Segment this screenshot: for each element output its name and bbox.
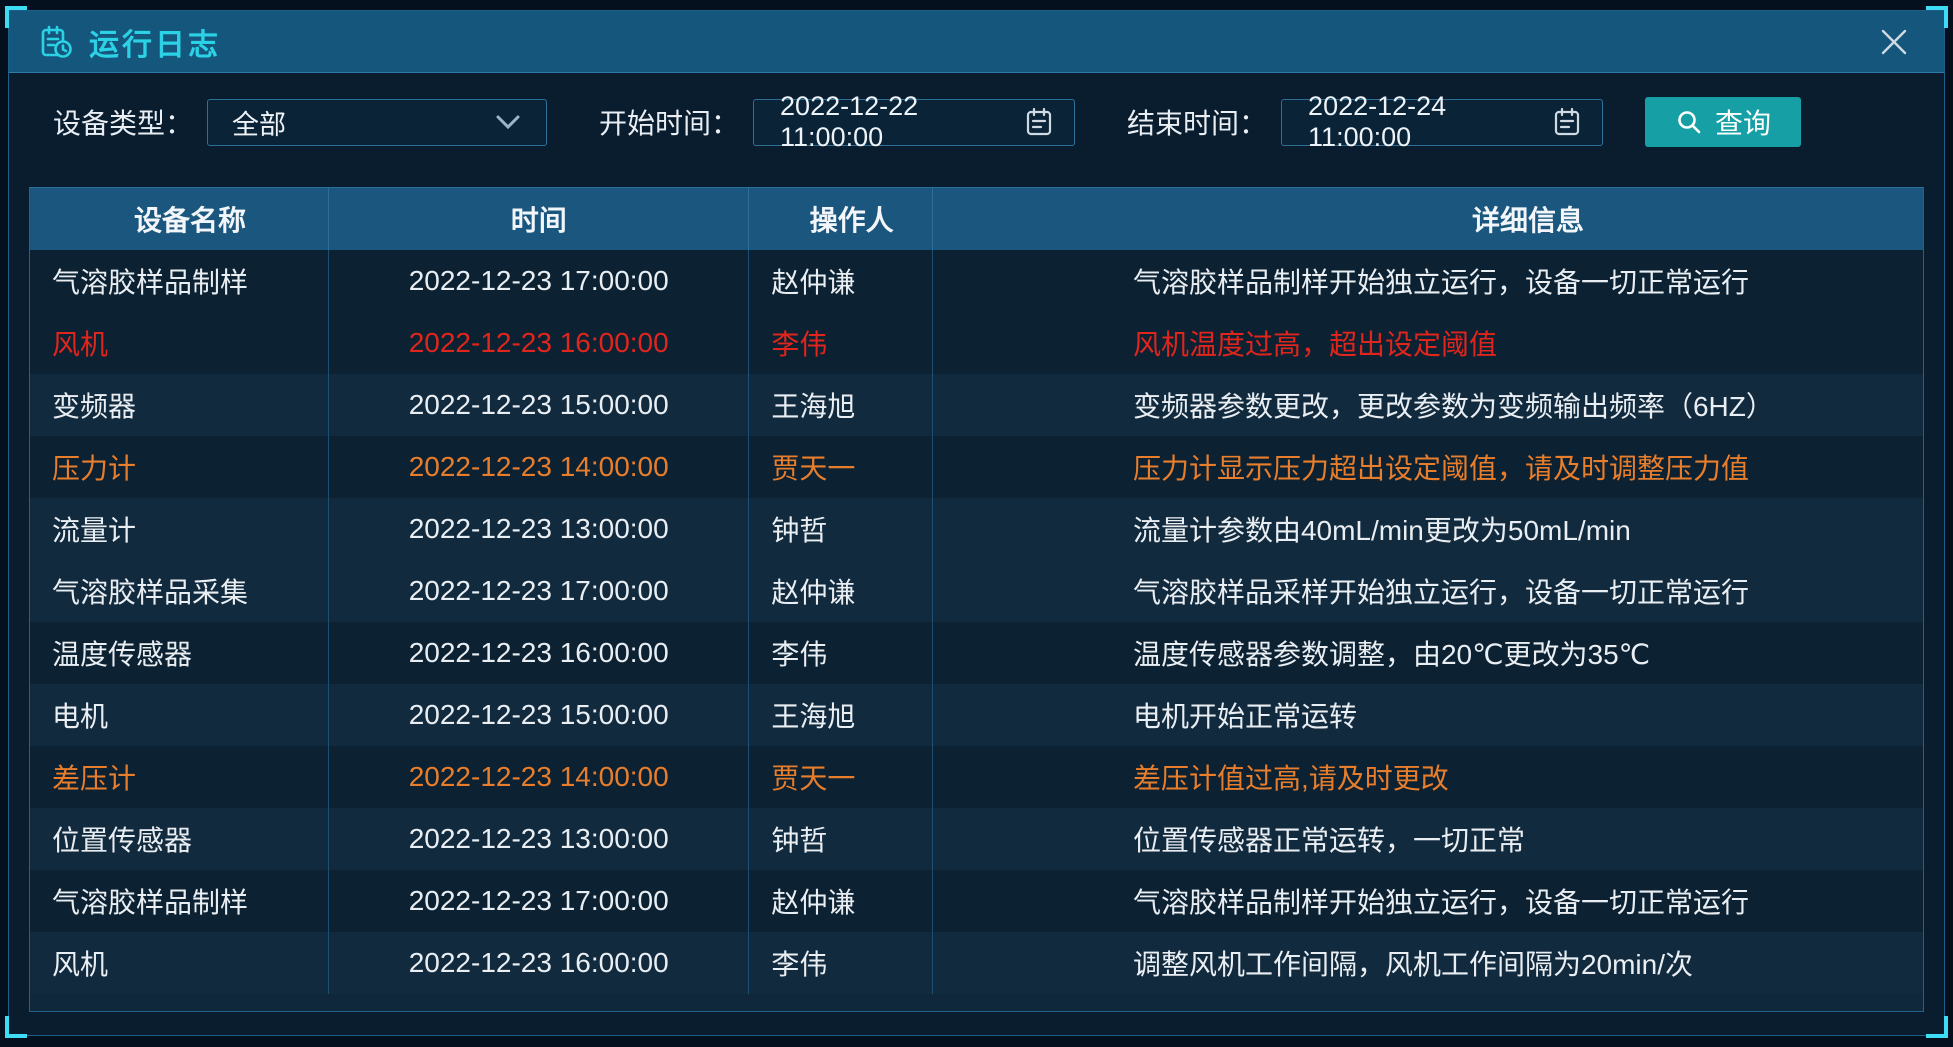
start-time-label: 开始时间：: [599, 102, 739, 142]
corner-bracket-top-left: [5, 6, 27, 28]
table-row: 气溶胶样品采集2022-12-23 17:00:00赵仲谦气溶胶样品采样开始独立…: [30, 560, 1923, 622]
cell-device: 位置传感器: [30, 808, 329, 870]
cell-time: 2022-12-23 17:00:00: [329, 560, 749, 622]
cell-time: 2022-12-23 16:00:00: [329, 932, 749, 994]
cell-time: 2022-12-23 16:00:00: [329, 622, 749, 684]
table-row: 差压计2022-12-23 14:00:00贾天一差压计值过高,请及时更改: [30, 746, 1923, 808]
cell-detail: 气溶胶样品制样开始独立运行，设备一切正常运行: [933, 250, 1923, 312]
column-header-detail: 详细信息: [933, 188, 1923, 250]
corner-bracket-bottom-left: [5, 1016, 27, 1038]
end-time-input[interactable]: 2022-12-24 11:00:00: [1281, 99, 1603, 146]
cell-detail: 气溶胶样品制样开始独立运行，设备一切正常运行: [933, 870, 1923, 932]
cell-detail: 调整风机工作间隔，风机工作间隔为20min/次: [933, 932, 1923, 994]
device-type-value: 全部: [232, 103, 286, 142]
cell-operator: 贾天一: [749, 746, 933, 808]
cell-device: 风机: [30, 932, 329, 994]
cell-device: 变频器: [30, 374, 329, 436]
dialog-titlebar: 运行日志: [9, 11, 1944, 73]
cell-device: 气溶胶样品制样: [30, 250, 329, 312]
cell-operator: 赵仲谦: [749, 250, 933, 312]
query-button[interactable]: 查询: [1645, 97, 1801, 147]
table-row: 风机2022-12-23 16:00:00李伟风机温度过高，超出设定阈值: [30, 312, 1923, 374]
cell-time: 2022-12-23 16:00:00: [329, 312, 749, 374]
cell-detail: 差压计值过高,请及时更改: [933, 746, 1923, 808]
cell-operator: 王海旭: [749, 684, 933, 746]
cell-detail: 电机开始正常运转: [933, 684, 1923, 746]
partial-next-row: [30, 994, 1923, 1011]
chevron-down-icon: [494, 113, 522, 131]
screen: { "dialog": { "title": "运行日志" }, "filter…: [0, 0, 1953, 1047]
device-type-select[interactable]: 全部: [207, 99, 547, 146]
column-header-operator: 操作人: [749, 188, 933, 250]
log-dialog: 运行日志 设备类型： 全部 开始时间： 2022-12-22 11:00:00: [8, 10, 1945, 1036]
cell-time: 2022-12-23 15:00:00: [329, 684, 749, 746]
query-button-label: 查询: [1715, 102, 1771, 142]
cell-time: 2022-12-23 17:00:00: [329, 250, 749, 312]
table-row: 气溶胶样品制样2022-12-23 17:00:00赵仲谦气溶胶样品制样开始独立…: [30, 250, 1923, 312]
cell-time: 2022-12-23 14:00:00: [329, 436, 749, 498]
table-row: 位置传感器2022-12-23 13:00:00钟哲位置传感器正常运转，一切正常: [30, 808, 1923, 870]
cell-detail: 流量计参数由40mL/min更改为50mL/min: [933, 498, 1923, 560]
end-time-label: 结束时间：: [1127, 102, 1267, 142]
start-time-input[interactable]: 2022-12-22 11:00:00: [753, 99, 1075, 146]
device-type-label: 设备类型：: [53, 102, 193, 142]
table-row: 温度传感器2022-12-23 16:00:00李伟温度传感器参数调整，由20℃…: [30, 622, 1923, 684]
cell-operator: 钟哲: [749, 808, 933, 870]
cell-operator: 赵仲谦: [749, 560, 933, 622]
filter-bar: 设备类型： 全部 开始时间： 2022-12-22 11:00:00: [9, 73, 1944, 171]
cell-time: 2022-12-23 17:00:00: [329, 870, 749, 932]
dialog-title: 运行日志: [89, 20, 221, 64]
end-time-value: 2022-12-24 11:00:00: [1308, 91, 1552, 153]
cell-operator: 王海旭: [749, 374, 933, 436]
cell-detail: 风机温度过高，超出设定阈值: [933, 312, 1923, 374]
corner-bracket-bottom-right: [1926, 1016, 1948, 1038]
table-body: 气溶胶样品制样2022-12-23 17:00:00赵仲谦气溶胶样品制样开始独立…: [30, 250, 1923, 994]
cell-device: 气溶胶样品制样: [30, 870, 329, 932]
cell-device: 风机: [30, 312, 329, 374]
cell-time: 2022-12-23 13:00:00: [329, 808, 749, 870]
cell-device: 压力计: [30, 436, 329, 498]
close-button[interactable]: [1872, 20, 1916, 64]
cell-device: 气溶胶样品采集: [30, 560, 329, 622]
log-clipboard-clock-icon: [37, 23, 75, 61]
cell-detail: 温度传感器参数调整，由20℃更改为35℃: [933, 622, 1923, 684]
cell-operator: 钟哲: [749, 498, 933, 560]
table-header-row: 设备名称 时间 操作人 详细信息: [30, 188, 1923, 250]
column-header-device: 设备名称: [30, 188, 329, 250]
table-row: 压力计2022-12-23 14:00:00贾天一压力计显示压力超出设定阈值，请…: [30, 436, 1923, 498]
corner-bracket-top-right: [1926, 6, 1948, 28]
cell-time: 2022-12-23 15:00:00: [329, 374, 749, 436]
column-header-time: 时间: [329, 188, 749, 250]
log-table: 设备名称 时间 操作人 详细信息 气溶胶样品制样2022-12-23 17:00…: [29, 187, 1924, 1012]
cell-operator: 李伟: [749, 622, 933, 684]
table-row: 气溶胶样品制样2022-12-23 17:00:00赵仲谦气溶胶样品制样开始独立…: [30, 870, 1923, 932]
cell-detail: 压力计显示压力超出设定阈值，请及时调整压力值: [933, 436, 1923, 498]
cell-detail: 位置传感器正常运转，一切正常: [933, 808, 1923, 870]
cell-device: 电机: [30, 684, 329, 746]
cell-device: 差压计: [30, 746, 329, 808]
cell-time: 2022-12-23 14:00:00: [329, 746, 749, 808]
calendar-icon[interactable]: [1024, 106, 1054, 138]
cell-operator: 李伟: [749, 312, 933, 374]
cell-operator: 赵仲谦: [749, 870, 933, 932]
cell-device: 温度传感器: [30, 622, 329, 684]
calendar-icon[interactable]: [1552, 106, 1582, 138]
cell-time: 2022-12-23 13:00:00: [329, 498, 749, 560]
cell-operator: 李伟: [749, 932, 933, 994]
table-row: 风机2022-12-23 16:00:00李伟调整风机工作间隔，风机工作间隔为2…: [30, 932, 1923, 994]
cell-device: 流量计: [30, 498, 329, 560]
cell-detail: 气溶胶样品采样开始独立运行，设备一切正常运行: [933, 560, 1923, 622]
table-row: 电机2022-12-23 15:00:00王海旭电机开始正常运转: [30, 684, 1923, 746]
table-row: 流量计2022-12-23 13:00:00钟哲流量计参数由40mL/min更改…: [30, 498, 1923, 560]
search-icon: [1675, 108, 1703, 136]
start-time-value: 2022-12-22 11:00:00: [780, 91, 1024, 153]
cell-operator: 贾天一: [749, 436, 933, 498]
table-row: 变频器2022-12-23 15:00:00王海旭变频器参数更改，更改参数为变频…: [30, 374, 1923, 436]
cell-detail: 变频器参数更改，更改参数为变频输出频率（6HZ）: [933, 374, 1923, 436]
